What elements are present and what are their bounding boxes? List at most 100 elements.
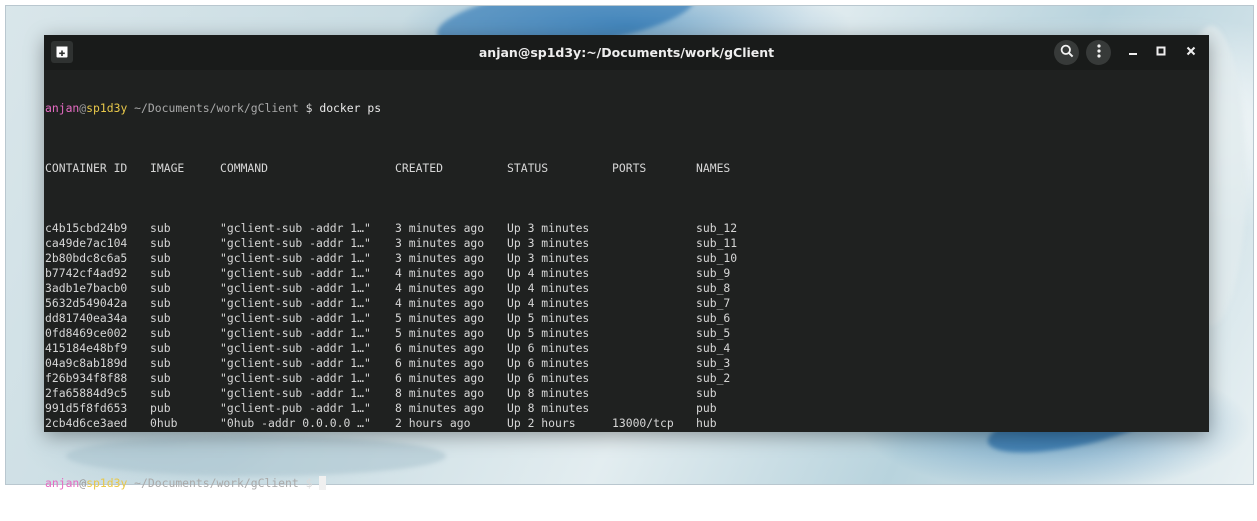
cell-names: sub_5 [696,326,731,340]
cell-names: sub_7 [696,296,731,310]
scrollbar[interactable] [1201,70,1209,432]
table-row: 3adb1e7bacb0 sub "gclient-sub -addr 1…" 4 m… [45,281,1195,296]
cell-command: "gclient-sub -addr 1…" [220,251,371,265]
cell-status: Up 2 hours [507,416,576,430]
cell-status: Up 8 minutes [507,401,590,415]
cell-command: "gclient-sub -addr 1…" [220,341,371,355]
prompt-path: ~/Documents/work/gClient [127,476,299,490]
cell-names: hub [696,416,717,430]
cell-created: 8 minutes ago [395,386,485,400]
prompt-line: anjan@sp1d3y ~/Documents/work/gClient $ … [45,101,1195,116]
cell-image: sub [150,371,171,385]
container-table-body: c4b15cbd24b9 sub "gclient-sub -addr 1…" 3 m… [45,221,1195,431]
header-names: NAMES [696,161,731,175]
cell-image: sub [150,356,171,370]
cell-names: sub_4 [696,341,731,355]
cell-image: sub [150,266,171,280]
cell-status: Up 3 minutes [507,236,590,250]
cell-created: 6 minutes ago [395,356,485,370]
cell-created: 8 minutes ago [395,401,485,415]
minimize-button[interactable] [1120,40,1145,65]
cell-status: Up 6 minutes [507,356,590,370]
cell-image: sub [150,341,171,355]
table-row: 2b80bdc8c6a5 sub "gclient-sub -addr 1…" 3 m… [45,251,1195,266]
cell-names: sub_12 [696,221,738,235]
close-icon [1186,45,1196,60]
table-row: 2fa65884d9c5 sub "gclient-sub -addr 1…" 8 m… [45,386,1195,401]
cell-ports: 13000/tcp [612,416,674,430]
text-cursor [319,476,327,490]
cell-container-id: 2fa65884d9c5 [45,386,128,400]
cell-created: 6 minutes ago [395,371,485,385]
cell-status: Up 6 minutes [507,341,590,355]
table-row: 415184e48bf9 sub "gclient-sub -addr 1…" 6 m… [45,341,1195,356]
cell-image: sub [150,326,171,340]
cell-container-id: b7742cf4ad92 [45,266,128,280]
cell-command: "gclient-sub -addr 1…" [220,386,371,400]
terminal-output[interactable]: anjan@sp1d3y ~/Documents/work/gClient $ … [45,71,1195,490]
cell-created: 5 minutes ago [395,311,485,325]
cell-container-id: 04a9c8ab189d [45,356,128,370]
cell-created: 3 minutes ago [395,251,485,265]
cell-created: 4 minutes ago [395,296,485,310]
cell-command: "gclient-pub -addr 1…" [220,401,371,415]
cell-container-id: 0fd8469ce002 [45,326,128,340]
cell-created: 2 hours ago [395,416,471,430]
cell-image: pub [150,401,171,415]
cell-image: sub [150,311,171,325]
cell-status: Up 4 minutes [507,266,590,280]
table-row: 0fd8469ce002 sub "gclient-sub -addr 1…" 5 m… [45,326,1195,341]
prompt-path: ~/Documents/work/gClient [127,101,299,115]
cell-command: "gclient-sub -addr 1…" [220,281,371,295]
maximize-icon [1156,45,1166,60]
prompt-host: sp1d3y [86,476,128,490]
cell-image: sub [150,236,171,250]
cell-created: 3 minutes ago [395,236,485,250]
prompt-dollar: $ [298,476,320,490]
prompt-host: sp1d3y [86,101,128,115]
cell-container-id: f26b934f8f88 [45,371,128,385]
cell-names: sub_10 [696,251,738,265]
cell-names: pub [696,401,717,415]
cell-container-id: c4b15cbd24b9 [45,221,128,235]
cell-command: "0hub -addr 0.0.0.0 …" [220,416,371,430]
header-status: STATUS [507,161,549,175]
prompt-user: anjan [45,476,80,490]
cell-status: Up 6 minutes [507,371,590,385]
cell-image: sub [150,296,171,310]
cell-status: Up 8 minutes [507,386,590,400]
maximize-button[interactable] [1148,40,1173,65]
cell-command: "gclient-sub -addr 1…" [220,326,371,340]
cell-status: Up 5 minutes [507,311,590,325]
cell-names: sub [696,386,717,400]
window-title: anjan@sp1d3y:~/Documents/work/gClient [478,45,775,60]
close-button[interactable] [1178,40,1203,65]
cell-created: 4 minutes ago [395,266,485,280]
cell-created: 6 minutes ago [395,341,485,355]
cell-status: Up 3 minutes [507,221,590,235]
cell-status: Up 4 minutes [507,281,590,295]
cell-created: 4 minutes ago [395,281,485,295]
cell-container-id: 5632d549042a [45,296,128,310]
title-bar[interactable]: anjan@sp1d3y:~/Documents/work/gClient [44,35,1209,70]
cell-command: "gclient-sub -addr 1…" [220,296,371,310]
table-row: 991d5f8fd653 pub "gclient-pub -addr 1…" 8 m… [45,401,1195,416]
cell-container-id: ca49de7ac104 [45,236,128,250]
search-icon [1060,43,1074,62]
cell-names: sub_2 [696,371,731,385]
cell-image: sub [150,251,171,265]
header-container-id: CONTAINER ID [45,161,128,175]
table-row: dd81740ea34a sub "gclient-sub -addr 1…" 5 m… [45,311,1195,326]
table-row: 2cb4d6ce3aed 0hub "0hub -addr 0.0.0.0 …" 2 … [45,416,1195,431]
cell-container-id: 415184e48bf9 [45,341,128,355]
cell-image: 0hub [150,416,178,430]
header-command: COMMAND [220,161,269,175]
terminal-window: anjan@sp1d3y:~/Documents/work/gClient an… [44,35,1209,490]
header-image: IMAGE [150,161,185,175]
table-row: b7742cf4ad92 sub "gclient-sub -addr 1…" 4 m… [45,266,1195,281]
cell-command: "gclient-sub -addr 1…" [220,266,371,280]
cell-container-id: 3adb1e7bacb0 [45,281,128,295]
search-button[interactable] [1054,40,1079,65]
menu-button[interactable] [1086,40,1111,65]
table-row: c4b15cbd24b9 sub "gclient-sub -addr 1…" 3 m… [45,221,1195,236]
